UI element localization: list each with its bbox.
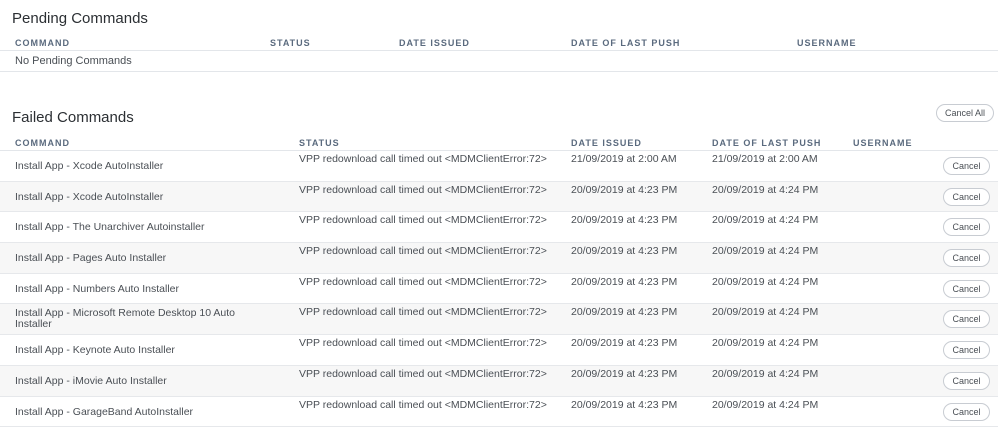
- row-cancel-button[interactable]: Cancel: [943, 279, 990, 298]
- row-date-issued: 20/09/2019 at 4:23 PM: [571, 245, 678, 258]
- row-command: Install App - The Unarchiver Autoinstall…: [15, 221, 205, 234]
- row-date-last-push: 20/09/2019 at 4:24 PM: [712, 337, 819, 350]
- row-status: VPP redownload call timed out <MDMClient…: [299, 153, 547, 165]
- pending-empty-message: No Pending Commands: [15, 55, 132, 67]
- table-row: Install App - Microsoft Remote Desktop 1…: [0, 304, 998, 336]
- failed-header-date-last-push[interactable]: DATE OF LAST PUSH: [712, 138, 821, 148]
- row-date-last-push: 20/09/2019 at 4:24 PM: [712, 183, 819, 196]
- row-command: Install App - GarageBand AutoInstaller: [15, 405, 194, 418]
- table-row: Install App - The Unarchiver Autoinstall…: [0, 212, 998, 244]
- failed-header-status[interactable]: STATUS: [299, 138, 340, 148]
- row-command: Install App - Xcode AutoInstaller: [15, 190, 164, 203]
- row-date-last-push: 20/09/2019 at 4:24 PM: [712, 367, 819, 380]
- row-cancel-button[interactable]: Cancel: [943, 310, 990, 329]
- row-command: Install App - Keynote Auto Installer: [15, 344, 175, 357]
- row-command: Install App - Xcode AutoInstaller: [15, 160, 164, 172]
- pending-header-date-last-push[interactable]: DATE OF LAST PUSH: [571, 38, 680, 48]
- row-date-last-push: 20/09/2019 at 4:24 PM: [712, 214, 819, 227]
- failed-header-username[interactable]: USERNAME: [853, 138, 913, 148]
- row-date-last-push: 20/09/2019 at 4:24 PM: [712, 275, 819, 288]
- row-cancel-button[interactable]: Cancel: [943, 402, 990, 421]
- pending-header-date-issued[interactable]: DATE ISSUED: [399, 38, 470, 48]
- row-date-last-push: 21/09/2019 at 2:00 AM: [712, 153, 818, 165]
- pending-header-status[interactable]: STATUS: [270, 38, 311, 48]
- row-cancel-button[interactable]: Cancel: [943, 371, 990, 390]
- row-command: Install App - iMovie Auto Installer: [15, 374, 167, 387]
- table-row: Install App - iMovie Auto Installer VPP …: [0, 365, 998, 397]
- cancel-all-button[interactable]: Cancel All: [936, 104, 994, 122]
- row-date-issued: 20/09/2019 at 4:23 PM: [571, 306, 678, 319]
- row-date-issued: 20/09/2019 at 4:23 PM: [571, 337, 678, 350]
- table-row: Install App - Xcode AutoInstaller VPP re…: [0, 151, 998, 182]
- row-cancel-button[interactable]: Cancel: [943, 249, 990, 268]
- table-row: Install App - Numbers Auto Installer VPP…: [0, 274, 998, 305]
- row-status: VPP redownload call timed out <MDMClient…: [299, 367, 547, 380]
- table-row: Install App - Keynote Auto Installer VPP…: [0, 335, 998, 366]
- pending-header-command[interactable]: COMMAND: [15, 38, 70, 48]
- row-status: VPP redownload call timed out <MDMClient…: [299, 398, 547, 411]
- failed-commands-table: Install App - Xcode AutoInstaller VPP re…: [0, 151, 998, 428]
- row-date-issued: 20/09/2019 at 4:23 PM: [571, 367, 678, 380]
- row-date-issued: 20/09/2019 at 4:23 PM: [571, 275, 678, 288]
- row-date-last-push: 20/09/2019 at 4:24 PM: [712, 398, 819, 411]
- failed-commands-title: Failed Commands: [12, 109, 134, 126]
- row-status: VPP redownload call timed out <MDMClient…: [299, 306, 547, 319]
- table-row: Install App - GarageBand AutoInstaller V…: [0, 397, 998, 428]
- row-status: VPP redownload call timed out <MDMClient…: [299, 183, 547, 196]
- row-status: VPP redownload call timed out <MDMClient…: [299, 275, 547, 288]
- pending-commands-title: Pending Commands: [12, 10, 148, 27]
- row-cancel-button[interactable]: Cancel: [943, 218, 990, 237]
- pending-header-username[interactable]: USERNAME: [797, 38, 857, 48]
- row-date-last-push: 20/09/2019 at 4:24 PM: [712, 245, 819, 258]
- row-status: VPP redownload call timed out <MDMClient…: [299, 337, 547, 350]
- row-date-issued: 20/09/2019 at 4:23 PM: [571, 183, 678, 196]
- row-cancel-button[interactable]: Cancel: [943, 187, 990, 206]
- row-date-issued: 20/09/2019 at 4:23 PM: [571, 214, 678, 227]
- pending-bottom-divider: [0, 71, 998, 72]
- row-status: VPP redownload call timed out <MDMClient…: [299, 245, 547, 258]
- row-date-issued: 21/09/2019 at 2:00 AM: [571, 153, 677, 165]
- table-row: Install App - Xcode AutoInstaller VPP re…: [0, 181, 998, 213]
- row-command: Install App - Microsoft Remote Desktop 1…: [15, 307, 236, 331]
- row-date-issued: 20/09/2019 at 4:23 PM: [571, 398, 678, 411]
- row-status: VPP redownload call timed out <MDMClient…: [299, 214, 547, 227]
- row-command: Install App - Pages Auto Installer: [15, 252, 167, 265]
- row-date-last-push: 20/09/2019 at 4:24 PM: [712, 306, 819, 319]
- table-row: Install App - Pages Auto Installer VPP r…: [0, 243, 998, 274]
- pending-header-divider: [0, 50, 998, 51]
- failed-header-date-issued[interactable]: DATE ISSUED: [571, 138, 642, 148]
- row-cancel-button[interactable]: Cancel: [943, 157, 990, 175]
- row-cancel-button[interactable]: Cancel: [943, 341, 990, 360]
- failed-header-command[interactable]: COMMAND: [15, 138, 70, 148]
- row-command: Install App - Numbers Auto Installer: [15, 282, 179, 295]
